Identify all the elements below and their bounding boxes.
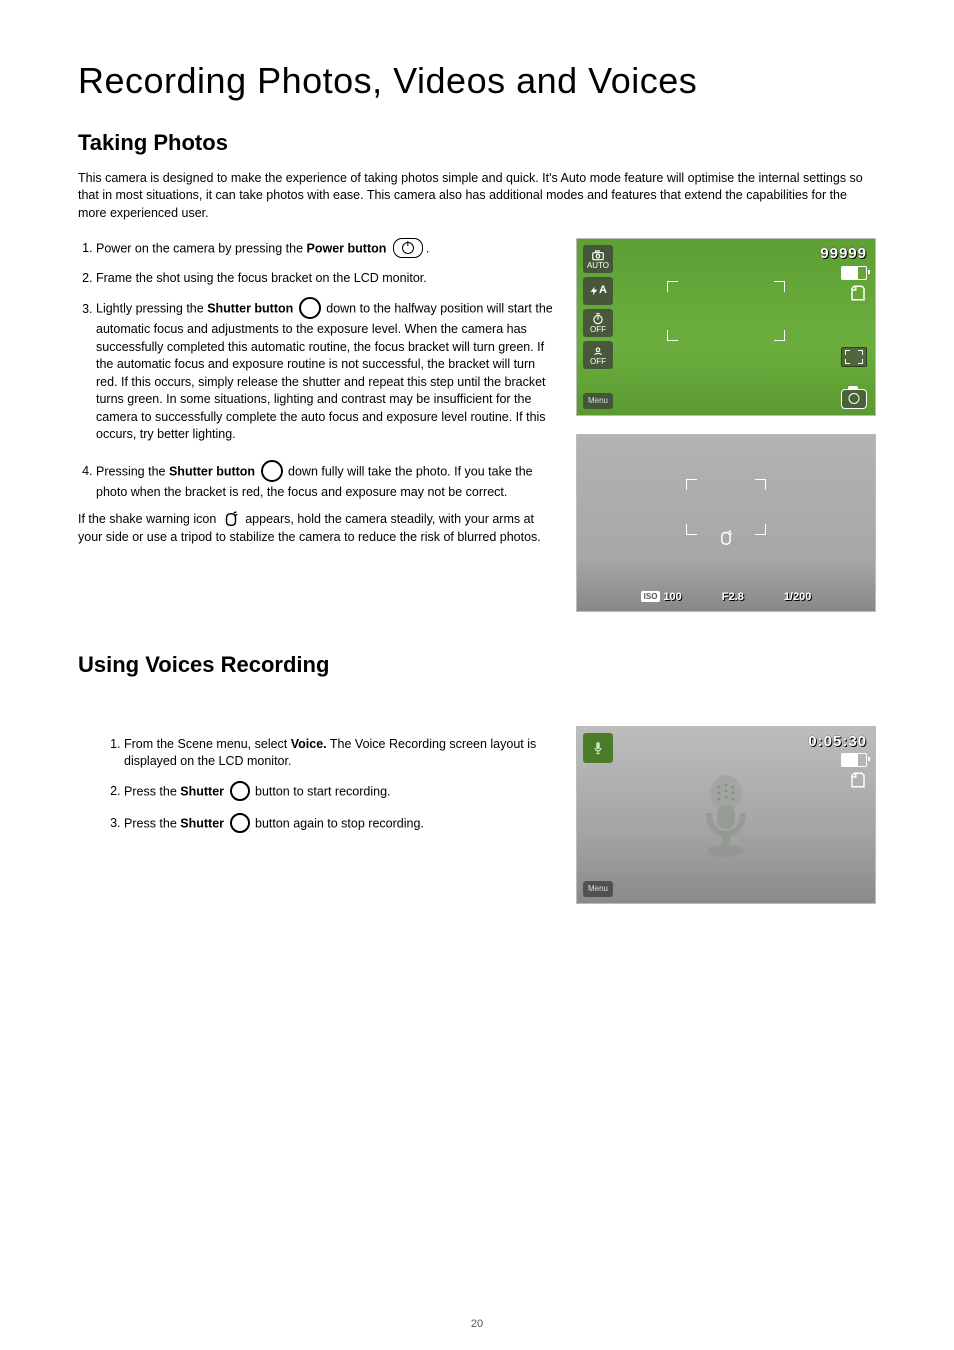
voice-steps-list: From the Scene menu, select Voice. The V…	[106, 736, 558, 835]
af-frame-icon	[841, 347, 867, 367]
remaining-shots: 99999	[820, 245, 867, 262]
shutter-icon	[299, 297, 321, 319]
page-title: Recording Photos, Videos and Voices	[78, 60, 876, 102]
step-4: Pressing the Shutter button down fully w…	[96, 460, 558, 502]
lcd-voice-record: 0:05:30	[576, 726, 876, 904]
page-number: 20	[0, 1318, 954, 1330]
section-heading-voice: Using Voices Recording	[78, 652, 876, 678]
face-detect-off-icon: OFF	[583, 341, 613, 369]
step-1: Power on the camera by pressing the Powe…	[96, 238, 558, 260]
microphone-icon	[583, 733, 613, 763]
camera-auto-icon: AUTO	[583, 245, 613, 273]
shake-warning-icon	[222, 512, 240, 528]
shake-warning-paragraph: If the shake warning icon appears, hold …	[78, 511, 558, 546]
menu-label: Menu	[583, 393, 613, 409]
focus-bracket	[667, 281, 785, 341]
lcd-exposure-preview: ISO100 F2.8 1/200	[576, 434, 876, 612]
step-2: Frame the shot using the focus bracket o…	[96, 270, 558, 288]
voice-step-2: Press the Shutter button to start record…	[124, 781, 558, 803]
power-icon	[393, 238, 423, 258]
shutter-icon	[261, 460, 283, 482]
step-3: Lightly pressing the Shutter button down…	[96, 297, 558, 444]
sd-card-icon	[849, 284, 867, 302]
battery-icon	[841, 753, 867, 767]
shutter-icon	[230, 781, 250, 801]
steps-list: Power on the camera by pressing the Powe…	[78, 238, 558, 502]
intro-paragraph: This camera is designed to make the expe…	[78, 170, 876, 222]
shutter-icon	[230, 813, 250, 833]
voice-step-1: From the Scene menu, select Voice. The V…	[124, 736, 558, 771]
fstop-reading: F2.8	[722, 591, 744, 603]
menu-label: Menu	[583, 881, 613, 897]
shake-warning-icon	[714, 530, 738, 555]
shutter-speed-reading: 1/200	[784, 591, 812, 603]
iso-reading: ISO100	[641, 591, 682, 603]
record-timer: 0:05:30	[808, 733, 867, 750]
section-heading-photos: Taking Photos	[78, 130, 876, 156]
battery-icon	[841, 266, 867, 280]
voice-step-3: Press the Shutter button again to stop r…	[124, 813, 558, 835]
sd-card-icon	[849, 771, 867, 789]
flash-auto-icon: A	[583, 277, 613, 305]
focus-bracket	[686, 479, 766, 535]
self-timer-off-icon: OFF	[583, 309, 613, 337]
camera-icon	[841, 389, 867, 409]
microphone-big-icon	[691, 773, 761, 868]
lcd-auto-preview: AUTO A OFF	[576, 238, 876, 416]
